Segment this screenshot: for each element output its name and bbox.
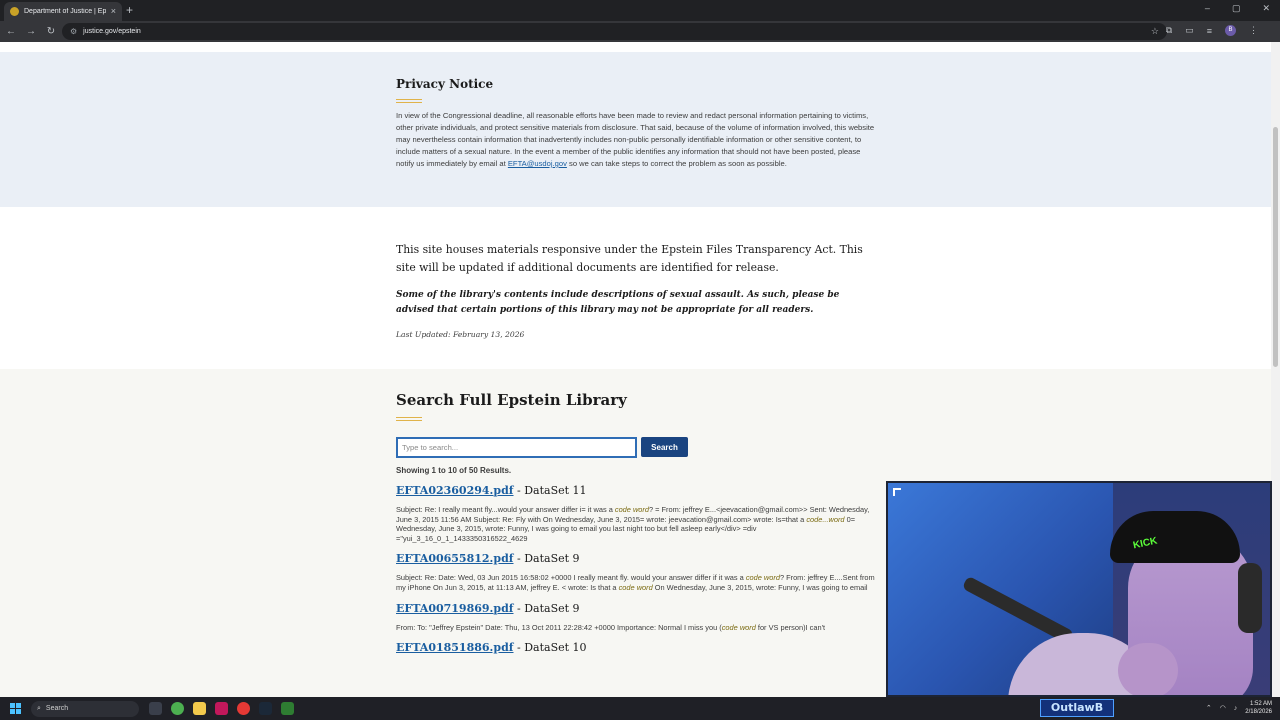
taskbar-search-label: Search (45, 705, 69, 712)
streamer-hand (1118, 643, 1178, 695)
result-file-link[interactable]: EFTA00719869.pdf (396, 602, 514, 615)
bookmark-star-icon[interactable]: ☆ (1151, 26, 1159, 37)
snippet-highlight: code word (618, 582, 653, 592)
efta-email-link[interactable]: EFTA@usdoj.gov (508, 159, 567, 168)
about-section: This site houses materials responsive un… (0, 207, 1271, 369)
scrollbar-thumb[interactable] (1273, 127, 1278, 367)
snippet-text: for VS person)I can't (755, 622, 826, 632)
snippet-highlight: code word (721, 622, 756, 632)
page-scrollbar[interactable] (1271, 42, 1280, 697)
system-tray: ⌃ ◠ ♪ 1:52 AM 2/18/2026 (1206, 700, 1272, 716)
result-snippet: Subject: Re: I really meant fly...would … (396, 505, 878, 543)
clock[interactable]: 1:52 AM 2/18/2026 (1245, 700, 1272, 716)
results-summary: Showing 1 to 10 of 50 Results. (396, 466, 512, 475)
toolbar-icons: ⧉ ▭ ≡ B ⋮ (1166, 25, 1258, 36)
minimize-button[interactable]: – (1205, 3, 1210, 14)
snippet-highlight: code word (745, 573, 780, 583)
tray-chevron-icon[interactable]: ⌃ (1206, 704, 1212, 712)
taskbar-apps (149, 702, 294, 715)
site-statement: This site houses materials responsive un… (396, 243, 863, 274)
browser-toolbar: ← → ↻ ⚙ justice.gov/epstein ☆ ⧉ ▭ ≡ B ⋮ (0, 21, 1280, 42)
file-explorer-icon[interactable] (193, 702, 206, 715)
menu-icon[interactable]: ⋮ (1249, 25, 1258, 36)
result-dataset: - DataSet 10 (513, 641, 587, 655)
task-view-icon[interactable] (149, 702, 162, 715)
privacy-text: In view of the Congressional deadline, a… (396, 110, 878, 170)
gold-divider (396, 417, 422, 421)
result-item: EFTA00719869.pdf - DataSet 9 From: To: "… (396, 602, 878, 633)
steam-icon[interactable] (259, 702, 272, 715)
snippet-text: Subject: Re: Date: Wed, 03 Jun 2015 16:5… (396, 573, 746, 583)
site-info-icon[interactable]: ⚙ (70, 27, 77, 36)
reload-icon[interactable]: ↻ (42, 26, 60, 37)
result-snippet: Subject: Re: Date: Wed, 03 Jun 2015 16:5… (396, 573, 878, 592)
result-item: EFTA00655812.pdf - DataSet 9 Subject: Re… (396, 552, 878, 592)
clock-date: 2/18/2026 (1245, 709, 1272, 715)
result-file-link[interactable]: EFTA00655812.pdf (396, 552, 514, 565)
profile-avatar[interactable]: B (1225, 25, 1236, 36)
search-title: Search Full Epstein Library (396, 391, 627, 409)
new-tab-button[interactable]: + (126, 3, 133, 17)
snippet-text: Subject: Re: I really meant fly...would … (396, 505, 615, 514)
app-icon[interactable] (281, 702, 294, 715)
webcam-overlay: KICK (886, 481, 1272, 697)
stream-name-overlay: OutlawB (1040, 699, 1114, 717)
result-file-link[interactable]: EFTA01851886.pdf (396, 641, 514, 654)
result-snippet: From: To: "Jeffrey Epstein" Date: Thu, 1… (396, 623, 878, 633)
extensions-icon[interactable]: ⧉ (1166, 25, 1172, 36)
snippet-text: From: To: "Jeffrey Epstein" Date: Thu, 1… (396, 622, 722, 632)
url-text: justice.gov/epstein (83, 28, 141, 35)
wifi-icon[interactable]: ◠ (1220, 704, 1226, 712)
result-dataset: - DataSet 9 (513, 601, 580, 615)
result-dataset: - DataSet 9 (513, 552, 580, 566)
tab-title: Department of Justice | Epstein (24, 8, 106, 15)
result-dataset: - DataSet 11 (513, 484, 587, 497)
sidebar-icon[interactable]: ▭ (1185, 25, 1194, 36)
obs-icon[interactable] (237, 702, 250, 715)
browser-tab[interactable]: Department of Justice | Epstein × (4, 2, 122, 21)
gold-divider (396, 99, 422, 103)
result-item: EFTA01851886.pdf - DataSet 10 (396, 641, 878, 654)
search-button[interactable]: Search (641, 437, 688, 457)
privacy-notice-section: Privacy Notice In view of the Congressio… (0, 52, 1271, 207)
media-icon[interactable]: ≡ (1207, 26, 1212, 36)
privacy-title: Privacy Notice (396, 77, 494, 91)
window-controls: – ▢ ✕ (1205, 3, 1270, 14)
search-input[interactable] (396, 437, 637, 458)
result-item: EFTA02360294.pdf - DataSet 11 Subject: R… (396, 484, 878, 543)
snippet-highlight: code word (614, 505, 649, 514)
address-bar[interactable]: ⚙ justice.gov/epstein ☆ (62, 23, 1167, 40)
snippet-text: On Wednesday, June 3, 2015, wrote: Funny… (652, 582, 868, 592)
browser-tabstrip: Department of Justice | Epstein × + – ▢ … (0, 0, 1280, 21)
chrome-icon[interactable] (171, 702, 184, 715)
result-file-link[interactable]: EFTA02360294.pdf (396, 484, 514, 497)
clock-time: 1:52 AM (1249, 701, 1272, 707)
windows-start-icon[interactable] (10, 703, 21, 714)
search-icon: ⌕ (37, 704, 41, 712)
volume-icon[interactable]: ♪ (1234, 705, 1238, 712)
close-window-button[interactable]: ✕ (1262, 3, 1270, 14)
privacy-text-tail: so we can take steps to correct the prob… (569, 159, 787, 168)
content-warning: Some of the library's contents include d… (396, 290, 840, 315)
maximize-button[interactable]: ▢ (1232, 3, 1241, 14)
streamer-hat (1110, 511, 1240, 563)
forward-icon[interactable]: → (22, 26, 40, 37)
tab-close-icon[interactable]: × (111, 7, 116, 16)
back-icon[interactable]: ← (2, 26, 20, 37)
discord-icon[interactable] (215, 702, 228, 715)
doj-favicon-icon (10, 7, 19, 16)
headset (1238, 563, 1262, 633)
snippet-highlight: code...word (806, 514, 845, 524)
frame-corner-icon (893, 488, 901, 496)
taskbar-search[interactable]: ⌕ Search (31, 700, 139, 717)
last-updated: Last Updated: February 13, 2026 (396, 330, 525, 339)
search-form: Search (396, 437, 878, 458)
